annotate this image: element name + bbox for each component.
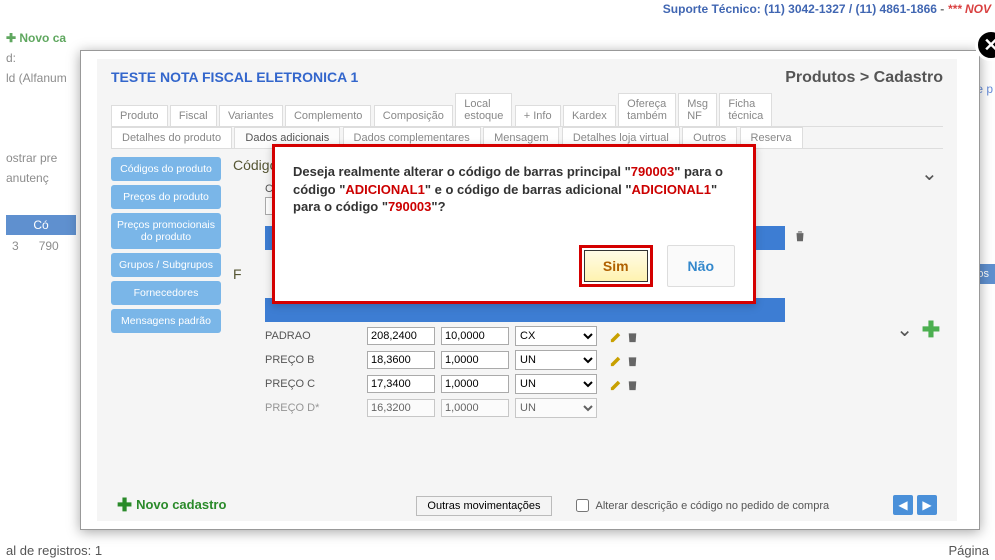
tab-localestoque[interactable]: Local estoque	[455, 93, 512, 126]
novo-cadastro-button[interactable]: ✚Novo cadastro	[117, 495, 226, 516]
sidebar-mensagens[interactable]: Mensagens padrão	[111, 309, 221, 333]
price-v1-input[interactable]	[367, 375, 435, 393]
edit-icon[interactable]	[609, 353, 624, 368]
price-v2-input[interactable]	[441, 351, 509, 369]
price-row-d: PREÇO D* UN	[265, 396, 943, 420]
trash-icon[interactable]	[625, 353, 640, 368]
trash-icon[interactable]	[625, 329, 640, 344]
tab-produto[interactable]: Produto	[111, 105, 168, 126]
sidebar-grupos[interactable]: Grupos / Subgrupos	[111, 253, 221, 277]
tab-complemento[interactable]: Complemento	[285, 105, 371, 126]
confirm-dialog: Deseja realmente alterar o código de bar…	[272, 144, 756, 304]
tab-fiscal[interactable]: Fiscal	[170, 105, 217, 126]
trash-icon[interactable]	[793, 228, 807, 244]
page-label: Página	[949, 543, 989, 558]
trash-icon[interactable]	[625, 377, 640, 392]
price-unit-select[interactable]: CX	[515, 326, 597, 346]
page-prev-icon[interactable]: ◀	[893, 495, 913, 515]
price-table: PADRAO CX PREÇO B UN	[265, 324, 943, 420]
chk-label-text: Alterar descrição e código no pedido de …	[596, 500, 830, 512]
tab-info[interactable]: + Info	[515, 105, 561, 126]
tab-msgnf[interactable]: Msg NF	[678, 93, 717, 126]
alterar-descricao-checkbox-label[interactable]: Alterar descrição e código no pedido de …	[572, 496, 830, 515]
tab-kardex[interactable]: Kardex	[563, 105, 616, 126]
price-v2-input[interactable]	[441, 375, 509, 393]
price-name: PREÇO C	[265, 378, 361, 390]
alterar-descricao-checkbox[interactable]	[576, 499, 589, 512]
sim-button[interactable]: Sim	[584, 250, 648, 282]
record-count: al de registros: 1	[6, 543, 102, 558]
sidebar-codigos[interactable]: Códigos do produto	[111, 157, 221, 181]
pager: ◀ ▶	[893, 495, 937, 515]
sidebar-precos[interactable]: Preços do produto	[111, 185, 221, 209]
tab-composicao[interactable]: Composição	[374, 105, 453, 126]
close-icon[interactable]: ✕	[975, 29, 995, 61]
price-unit-select[interactable]: UN	[515, 374, 597, 394]
tab-detalhesproduto[interactable]: Detalhes do produto	[111, 127, 232, 148]
price-name: PREÇO D*	[265, 402, 361, 414]
nao-button[interactable]: Não	[667, 245, 735, 287]
confirm-message: Deseja realmente alterar o código de bar…	[293, 163, 735, 216]
price-v1-input[interactable]	[367, 351, 435, 369]
breadcrumb: Produtos > Cadastro	[785, 69, 943, 87]
sidebar: Códigos do produto Preços do produto Pre…	[111, 157, 221, 487]
price-v2-input[interactable]	[441, 327, 509, 345]
price-row-b: PREÇO B UN	[265, 348, 943, 372]
tab-ofereca[interactable]: Ofereça também	[618, 93, 676, 126]
sidebar-precospromo[interactable]: Preços promocionais do produto	[111, 213, 221, 249]
page-next-icon[interactable]: ▶	[917, 495, 937, 515]
price-unit-select[interactable]: UN	[515, 398, 597, 418]
price-name: PREÇO B	[265, 354, 361, 366]
price-v2-input[interactable]	[441, 399, 509, 417]
tab-variantes[interactable]: Variantes	[219, 105, 283, 126]
price-v1-input[interactable]	[367, 327, 435, 345]
modal-title: TESTE NOTA FISCAL ELETRONICA 1	[111, 69, 358, 85]
price-row-padrao: PADRAO CX	[265, 324, 943, 348]
section-f-title: F	[233, 266, 242, 282]
sim-button-highlight: Sim	[579, 245, 653, 287]
tab-fichatecnica[interactable]: Ficha técnica	[719, 93, 772, 126]
status-bar: al de registros: 1 Página	[0, 543, 995, 558]
price-name: PADRAO	[265, 330, 361, 342]
add-preco-icon[interactable]: ✚	[919, 318, 943, 342]
edit-icon[interactable]	[609, 377, 624, 392]
price-unit-select[interactable]: UN	[515, 350, 597, 370]
sidebar-fornecedores[interactable]: Fornecedores	[111, 281, 221, 305]
chevron-down-icon-2[interactable]: ⌄	[896, 317, 913, 342]
tabs-row-1: Produto Fiscal Variantes Complemento Com…	[111, 93, 943, 127]
price-row-c: PREÇO C UN	[265, 372, 943, 396]
price-v1-input[interactable]	[367, 399, 435, 417]
modal-footer: ✚Novo cadastro Outras movimentações Alte…	[111, 495, 943, 516]
edit-icon[interactable]	[609, 329, 624, 344]
outras-movimentacoes-button[interactable]: Outras movimentações	[416, 496, 551, 516]
chevron-down-icon[interactable]: ⌄	[921, 161, 943, 183]
